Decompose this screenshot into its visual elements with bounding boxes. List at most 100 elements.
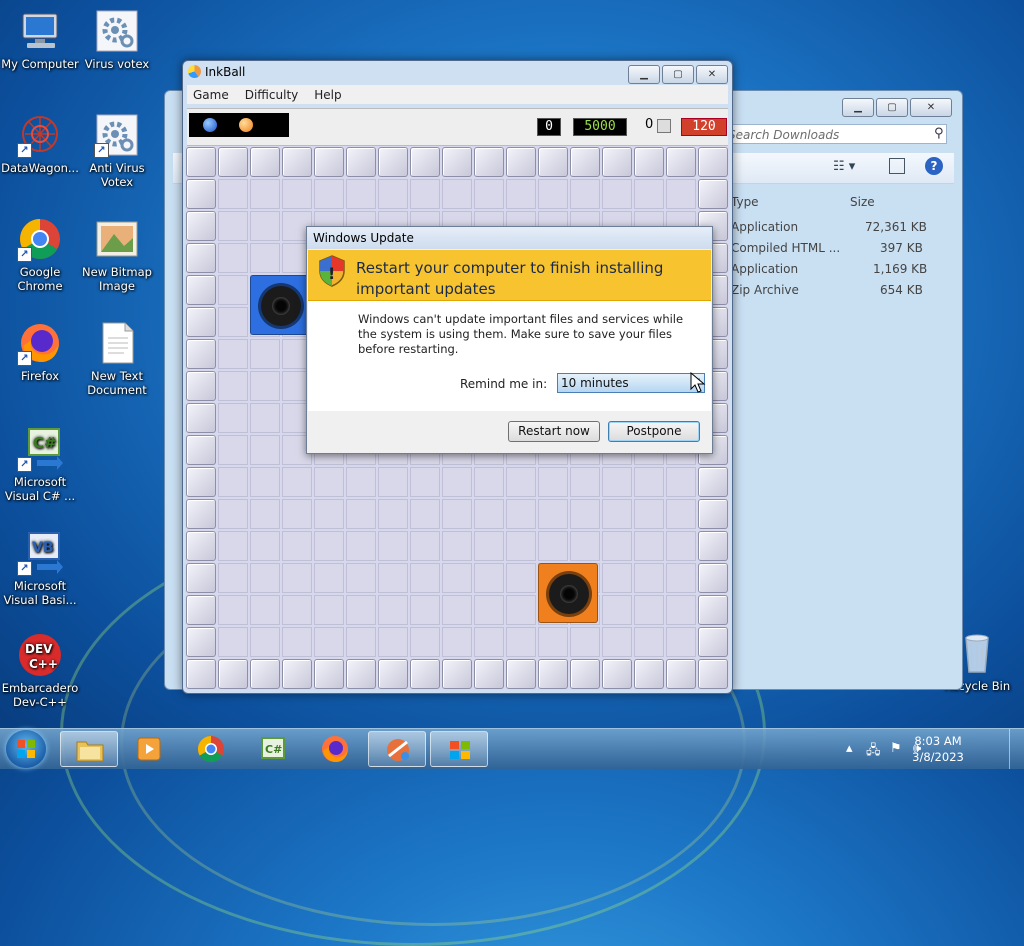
board-tile <box>506 595 536 625</box>
show-hidden-icons-icon[interactable]: ▴ <box>846 741 853 756</box>
board-tile <box>602 531 632 561</box>
desktop-icon-visual-basic[interactable]: VB ↗ Microsoft Visual Basi... <box>0 530 80 607</box>
wall-block <box>506 659 536 689</box>
wall-block <box>698 595 728 625</box>
show-desktop-button[interactable] <box>1009 729 1024 769</box>
board-tile <box>218 595 248 625</box>
remind-select[interactable]: 10 minutes ▼ <box>557 373 705 393</box>
board-tile <box>282 179 312 209</box>
board-tile <box>378 595 408 625</box>
board-tile <box>666 499 696 529</box>
network-icon[interactable]: 🖧 <box>866 741 881 763</box>
board-tile <box>282 499 312 529</box>
board-tile <box>250 563 280 593</box>
board-tile <box>378 179 408 209</box>
windows-update-dialog[interactable]: Windows Update ! Restart your computer t… <box>306 226 713 454</box>
help-icon[interactable]: ? <box>925 157 943 175</box>
board-tile <box>442 499 472 529</box>
dialog-body: Windows can't update important files and… <box>308 301 711 411</box>
minimize-button[interactable]: ▁ <box>628 65 660 84</box>
board-tile <box>282 531 312 561</box>
wall-block <box>186 595 216 625</box>
blue-ball-icon <box>203 118 217 132</box>
wall-block <box>698 179 728 209</box>
column-header-size[interactable]: Size <box>850 195 875 209</box>
wall-block <box>506 147 536 177</box>
board-tile <box>474 627 504 657</box>
wall-block <box>538 147 568 177</box>
start-button[interactable] <box>6 730 46 768</box>
board-tile <box>634 531 664 561</box>
taskbar-chrome-button[interactable] <box>182 731 240 767</box>
close-button[interactable]: ✕ <box>696 65 728 84</box>
minimize-button[interactable]: ▁ <box>842 98 874 117</box>
search-input[interactable]: Search Downloads <box>723 124 947 144</box>
desktop-icon-firefox[interactable]: ↗ Firefox <box>0 320 80 383</box>
menu-game[interactable]: Game <box>187 85 235 104</box>
taskbar-explorer-button[interactable] <box>60 731 118 767</box>
windows-logo-icon <box>17 740 35 758</box>
wall-block <box>378 147 408 177</box>
desktop-icon-label: Embarcadero Dev-C++ <box>1 681 79 709</box>
board-tile <box>410 499 440 529</box>
board-tile <box>602 595 632 625</box>
wall-block <box>698 147 728 177</box>
taskbar-clock[interactable]: 8:03 AM 3/8/2023 <box>908 733 968 765</box>
board-tile <box>314 179 344 209</box>
preview-pane-icon[interactable] <box>889 158 905 174</box>
bitmap-icon <box>94 216 140 262</box>
clock-time: 8:03 AM <box>914 734 962 748</box>
wall-block <box>474 147 504 177</box>
desktop-icon-virus-votex[interactable]: Virus votex <box>77 8 157 71</box>
postpone-button[interactable]: Postpone <box>608 421 700 442</box>
desktop-icon-anti-virus-votex[interactable]: ↗ Anti Virus Votex <box>77 112 157 189</box>
action-center-flag-icon[interactable]: ⚑ <box>890 741 902 756</box>
board-tile <box>506 531 536 561</box>
computer-icon <box>17 8 63 54</box>
board-tile <box>410 531 440 561</box>
board-tile <box>506 563 536 593</box>
taskbar-csharp-button[interactable]: C# <box>244 731 302 767</box>
board-tile <box>538 627 568 657</box>
board-tile <box>218 499 248 529</box>
dialog-title: Windows Update <box>307 227 712 249</box>
board-tile <box>250 499 280 529</box>
wall-block <box>314 147 344 177</box>
board-tile <box>218 307 248 337</box>
close-button[interactable]: ✕ <box>910 98 952 117</box>
wall-block <box>698 627 728 657</box>
wall-block <box>698 467 728 497</box>
taskbar-media-player-button[interactable] <box>120 731 178 767</box>
search-icon[interactable]: ⚲ <box>934 126 944 141</box>
desktop-icon-visual-csharp[interactable]: C# ↗ Microsoft Visual C# ... <box>0 426 80 503</box>
desktop-icon-datawagon[interactable]: ↗ DataWagon... <box>0 112 80 175</box>
desktop-icon-label: My Computer <box>1 57 79 71</box>
maximize-button[interactable]: ▢ <box>876 98 908 117</box>
desktop-icon-new-bitmap[interactable]: New Bitmap Image <box>77 216 157 293</box>
wall-block <box>186 275 216 305</box>
board-tile <box>218 435 248 465</box>
desktop-icon-label: New Bitmap Image <box>82 265 152 293</box>
taskbar-firefox-button[interactable] <box>306 731 364 767</box>
remind-select-value: 10 minutes <box>561 376 629 390</box>
board-tile <box>634 467 664 497</box>
desktop-icon-my-computer[interactable]: My Computer <box>0 8 80 71</box>
desktop-icon-new-text-document[interactable]: New Text Document <box>77 320 157 397</box>
desktop-icon-dev-cpp[interactable]: DEV C++ Embarcadero Dev-C++ <box>0 632 80 709</box>
board-tile <box>666 179 696 209</box>
maximize-button[interactable]: ▢ <box>662 65 694 84</box>
menu-help[interactable]: Help <box>308 85 347 104</box>
column-header-type[interactable]: Type <box>731 195 759 209</box>
board-tile <box>218 403 248 433</box>
board-tile <box>218 275 248 305</box>
taskbar-inkball-button[interactable] <box>368 731 426 767</box>
board-tile <box>218 339 248 369</box>
board-tile <box>538 467 568 497</box>
taskbar-windows-update-button[interactable] <box>430 731 488 767</box>
menu-difficulty[interactable]: Difficulty <box>239 85 305 104</box>
view-options-icon[interactable]: ☷ ▾ <box>833 159 855 174</box>
wall-block <box>186 243 216 273</box>
desktop-icon-google-chrome[interactable]: ↗ Google Chrome <box>0 216 80 293</box>
board-tile <box>666 467 696 497</box>
restart-now-button[interactable]: Restart now <box>508 421 600 442</box>
